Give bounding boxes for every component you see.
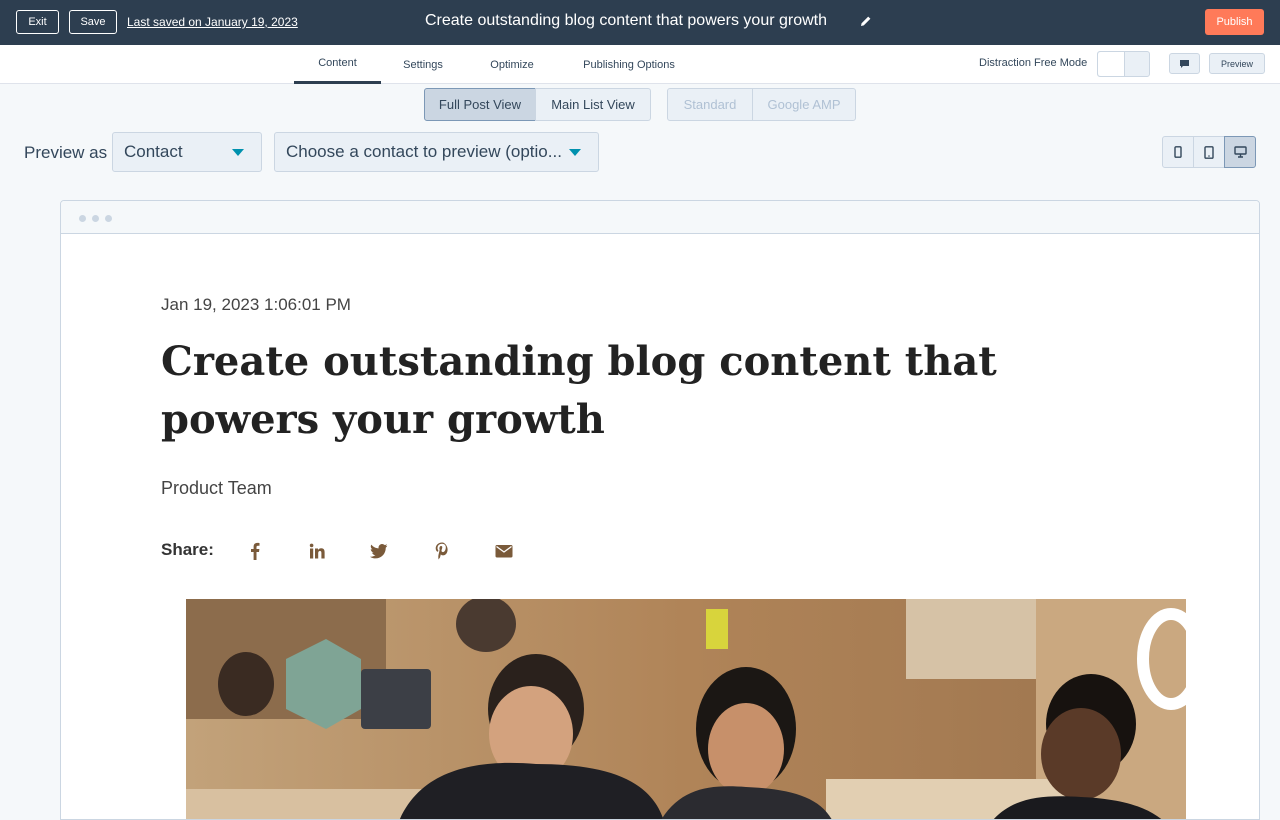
tab-content[interactable]: Content: [294, 45, 381, 84]
comment-icon: [1180, 59, 1189, 68]
caret-down-icon: [232, 149, 244, 156]
share-label: Share:: [161, 540, 214, 559]
distraction-free-label: Distraction Free Mode: [979, 57, 1088, 69]
preview-type-value: Contact: [124, 142, 183, 161]
post-title: Create outstanding blog content that pow…: [425, 12, 828, 29]
preview-type-dropdown[interactable]: Contact: [112, 132, 262, 172]
publish-button[interactable]: Publish: [1205, 9, 1264, 35]
desktop-icon: [1233, 146, 1247, 158]
toggle-knob: [1098, 52, 1125, 76]
window-dot: [92, 215, 99, 222]
exit-button[interactable]: Exit: [16, 10, 59, 34]
featured-image: [186, 599, 1186, 819]
main-list-view-button[interactable]: Main List View: [535, 88, 651, 121]
mobile-view-button[interactable]: [1162, 136, 1194, 168]
preview-as-label: Preview as: [24, 143, 108, 162]
preview-button[interactable]: Preview: [1209, 53, 1265, 74]
distraction-free-toggle[interactable]: [1097, 51, 1150, 77]
window-dot: [79, 215, 86, 222]
phone-icon: [1174, 146, 1182, 158]
comments-button[interactable]: [1169, 53, 1200, 74]
desktop-view-button[interactable]: [1224, 136, 1256, 168]
email-icon[interactable]: [494, 541, 514, 561]
contact-select-placeholder: Choose a contact to preview (optio...: [286, 142, 562, 161]
pinterest-icon[interactable]: [432, 541, 452, 561]
post-date: Jan 19, 2023 1:06:01 PM: [161, 295, 351, 314]
facebook-icon[interactable]: [245, 541, 265, 561]
device-preview-switch: [1162, 136, 1256, 168]
tab-optimize[interactable]: Optimize: [478, 45, 546, 84]
editor-tabs: Content Settings Optimize Publishing Opt…: [0, 45, 1280, 84]
contact-select-dropdown[interactable]: Choose a contact to preview (optio...: [274, 132, 599, 172]
standard-view-button[interactable]: Standard: [667, 88, 753, 121]
preview-frame: Jan 19, 2023 1:06:01 PM Create outstandi…: [60, 200, 1260, 820]
tablet-icon: [1204, 145, 1214, 159]
tab-settings[interactable]: Settings: [392, 45, 454, 84]
twitter-icon[interactable]: [369, 541, 389, 561]
pencil-icon[interactable]: [860, 15, 872, 27]
tablet-view-button[interactable]: [1193, 136, 1225, 168]
linkedin-icon[interactable]: [307, 541, 327, 561]
post-heading: Create outstanding blog content that pow…: [161, 338, 997, 443]
save-button[interactable]: Save: [69, 10, 117, 34]
google-amp-view-button[interactable]: Google AMP: [752, 88, 856, 121]
window-dot: [105, 215, 112, 222]
caret-down-icon: [569, 149, 581, 156]
editor-top-bar: Exit Save Last saved on January 19, 2023…: [0, 0, 1280, 45]
last-saved-link[interactable]: Last saved on January 19, 2023: [127, 15, 298, 29]
full-post-view-button[interactable]: Full Post View: [424, 88, 536, 121]
browser-chrome-bar: [61, 201, 1259, 234]
tab-publishing-options[interactable]: Publishing Options: [570, 45, 688, 84]
post-author: Product Team: [161, 478, 272, 498]
